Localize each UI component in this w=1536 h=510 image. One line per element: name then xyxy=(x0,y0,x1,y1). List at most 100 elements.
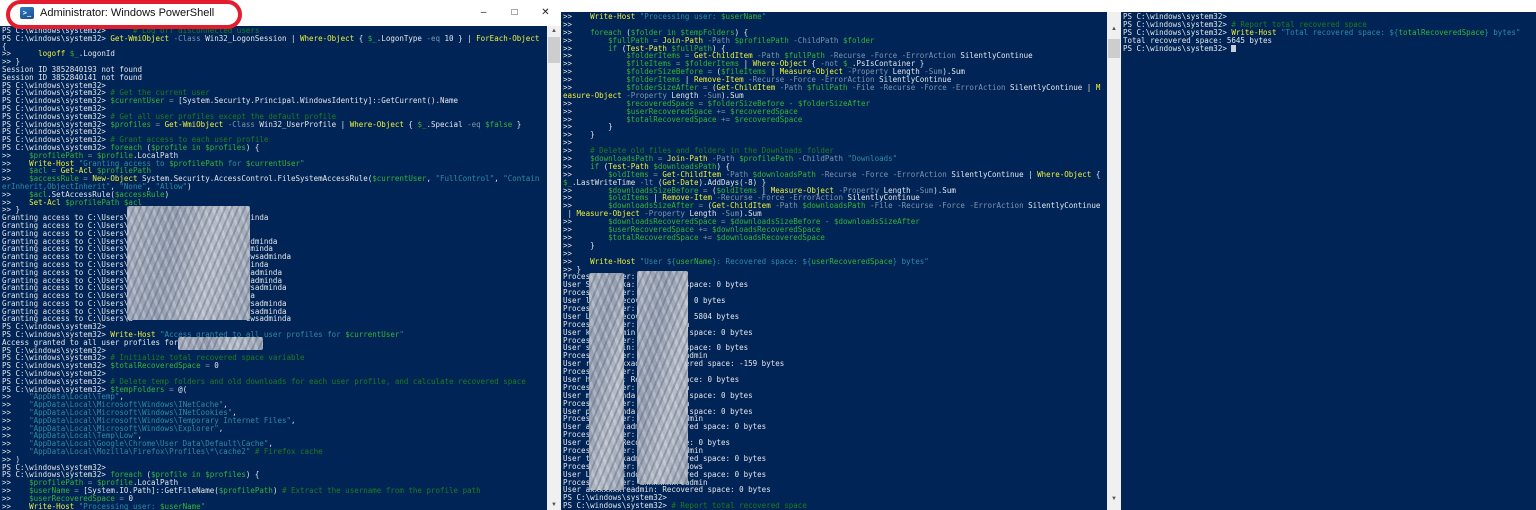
console-text-segment: $profilePath xyxy=(65,197,120,207)
scrollbar-left[interactable]: ▲ ▼ xyxy=(547,26,561,510)
console-text-segment: $userName xyxy=(721,12,762,21)
console-text-segment: in xyxy=(191,142,201,152)
console-text-segment: $downloadsRecoveredSpace xyxy=(716,232,825,242)
console-text-segment: .LogonType xyxy=(376,33,427,43)
console-text-segment: SilentlyContinue | xyxy=(1010,83,1096,93)
maximize-button[interactable]: □ xyxy=(499,0,530,26)
console-text-segment: $folder xyxy=(842,35,875,45)
console-text-segment: , xyxy=(426,174,436,184)
console-text-segment: userName xyxy=(675,256,713,266)
window-controls: – □ ✕ xyxy=(468,0,561,26)
console-text-segment: # Report total recovered space xyxy=(671,501,807,510)
console-text-segment: Write-Host xyxy=(29,501,79,510)
console-text-segment: = xyxy=(151,119,165,129)
close-button[interactable]: ✕ xyxy=(530,0,561,26)
console-text-segment: , xyxy=(218,423,224,433)
console-text-segment: PS C:\windows\system32> xyxy=(563,501,672,510)
console-text-segment: $currentUser xyxy=(345,330,400,340)
scrollbar-thumb[interactable] xyxy=(548,37,560,63)
console-text-segment: $profiles xyxy=(205,142,246,152)
console-text-segment: SilentlyContinue xyxy=(960,51,1033,61)
console-text-segment: { xyxy=(358,33,368,43)
console-text-segment: " xyxy=(761,12,767,21)
console-text-segment: Set-Acl xyxy=(29,197,66,207)
console-text-segment: " xyxy=(300,158,305,168)
console-text-segment: $currentUser xyxy=(245,158,301,168)
console-line: >> Write-Host "User ${userName}: Recover… xyxy=(563,256,1107,266)
console-text-segment: PS C:\windows\system32> xyxy=(1123,43,1232,53)
scroll-up-icon[interactable]: ▲ xyxy=(547,26,561,36)
console-text-segment: Write-Host xyxy=(590,256,640,266)
scroll-down-icon[interactable]: ▼ xyxy=(1107,494,1121,504)
console-text-segment: $profiles xyxy=(205,470,246,480)
console-text-segment: ) xyxy=(272,486,282,496)
redaction-patch xyxy=(127,206,250,320)
console-text-segment: Where-Object xyxy=(1037,169,1096,179)
minimize-button[interactable]: – xyxy=(468,0,499,26)
scrollbar-thumb[interactable] xyxy=(1108,39,1120,58)
console-text-segment: = xyxy=(164,96,179,106)
console-text-segment: # Firefox cache xyxy=(254,447,323,457)
console-text-segment: $profiles xyxy=(110,119,152,129)
window-titlebar: >_ Administrator: Windows PowerShell – □… xyxy=(0,0,561,26)
scroll-down-icon[interactable]: ▼ xyxy=(547,500,561,510)
console-text-segment: Write-Host xyxy=(590,12,640,21)
console-text-segment: } bytes" xyxy=(1484,27,1521,37)
console-text-segment: # Extract the username from the profile … xyxy=(281,486,481,496)
console-line: >> "AppData\Local\Mozilla\Firefox\Profil… xyxy=(2,448,547,456)
console-text-segment: "Processing user: xyxy=(78,501,161,510)
console-line: PS C:\windows\system32> # Report total r… xyxy=(563,502,1107,510)
console-text-segment: += xyxy=(698,232,717,242)
text-cursor xyxy=(1231,45,1237,53)
console-text-segment: "Downloads" xyxy=(847,154,898,164)
console-line: PS C:\windows\system32> Get-WmiObject -C… xyxy=(2,33,547,43)
scrollbar-middle[interactable]: ▲ ▼ xyxy=(1107,12,1121,510)
console-text-segment: ForEach-Object xyxy=(476,33,540,43)
console-text-segment: @( xyxy=(178,384,188,394)
console-text-segment: -Class xyxy=(227,119,260,129)
console-text-segment: } xyxy=(512,119,522,129)
console-text-segment: Win32_LogonSession | xyxy=(205,33,301,43)
console-text-segment: for xyxy=(223,158,246,168)
powershell-icon: >_ xyxy=(20,7,34,19)
console-line: >> $totalRecoveredSpace += $downloadsRec… xyxy=(563,232,1107,242)
scroll-up-icon[interactable]: ▲ xyxy=(1107,24,1121,34)
console-text-segment: " xyxy=(399,330,404,340)
console-text-segment: , xyxy=(494,174,504,184)
console-text-segment: Where-Object xyxy=(300,33,359,43)
console-text-segment: "Contain xyxy=(503,174,540,184)
console-text-segment: -Path xyxy=(779,83,807,93)
console-text-segment: Where-Object xyxy=(349,119,409,129)
console-text-segment: $currentUser xyxy=(110,96,165,106)
console-text-segment: += xyxy=(716,114,735,124)
console-text-segment: -File -Recurse -Force -ErrorAction xyxy=(865,201,1029,211)
console-text-segment: -eq xyxy=(426,33,445,43)
console-output-left[interactable]: PS C:\windows\system32> # Log off discon… xyxy=(0,26,547,510)
console-line: >> $totalRecoveredSpace += $recoveredSpa… xyxy=(563,114,1107,124)
console-text-segment: = xyxy=(200,361,215,371)
console-text-segment: -ChildPath xyxy=(793,154,848,164)
console-line: >> } xyxy=(563,131,1107,139)
console-line: PS C:\windows\system32> xyxy=(1123,43,1536,53)
console-text-segment: $totalRecoveredSpace xyxy=(110,361,201,371)
console-text-segment: "User ${ xyxy=(639,256,676,266)
console-text-segment: "Processing user: xyxy=(639,12,722,21)
console-text-segment: $userName xyxy=(160,501,201,510)
console-text-segment: = xyxy=(164,384,179,394)
console-text-segment: .LogonId xyxy=(78,49,115,59)
console-text-segment: [System.Security.Principal.WindowsIdenti… xyxy=(178,96,459,106)
console-text-segment: ) { xyxy=(245,142,260,152)
console-line: >> Write-Host "Processing user: $userNam… xyxy=(2,501,547,510)
console-output-right[interactable]: PS C:\windows\system32> PS C:\windows\sys… xyxy=(1121,12,1536,510)
redaction-patch xyxy=(637,271,688,484)
console-text-segment: , xyxy=(291,415,296,425)
console-text-segment: ) xyxy=(164,189,170,199)
console-text-segment: -Path xyxy=(775,201,803,211)
console-text-segment: "FullControl" xyxy=(435,174,495,184)
console-text-segment: $fullPath xyxy=(806,83,848,93)
console-line: >> } xyxy=(563,241,1107,250)
console-text-segment: $downloadsSizeAfter xyxy=(833,217,920,227)
window-title: Administrator: Windows PowerShell xyxy=(40,7,215,19)
console-text-segment: -Class xyxy=(173,33,206,43)
console-text-segment: PS C:\windows\system32> xyxy=(2,33,111,43)
